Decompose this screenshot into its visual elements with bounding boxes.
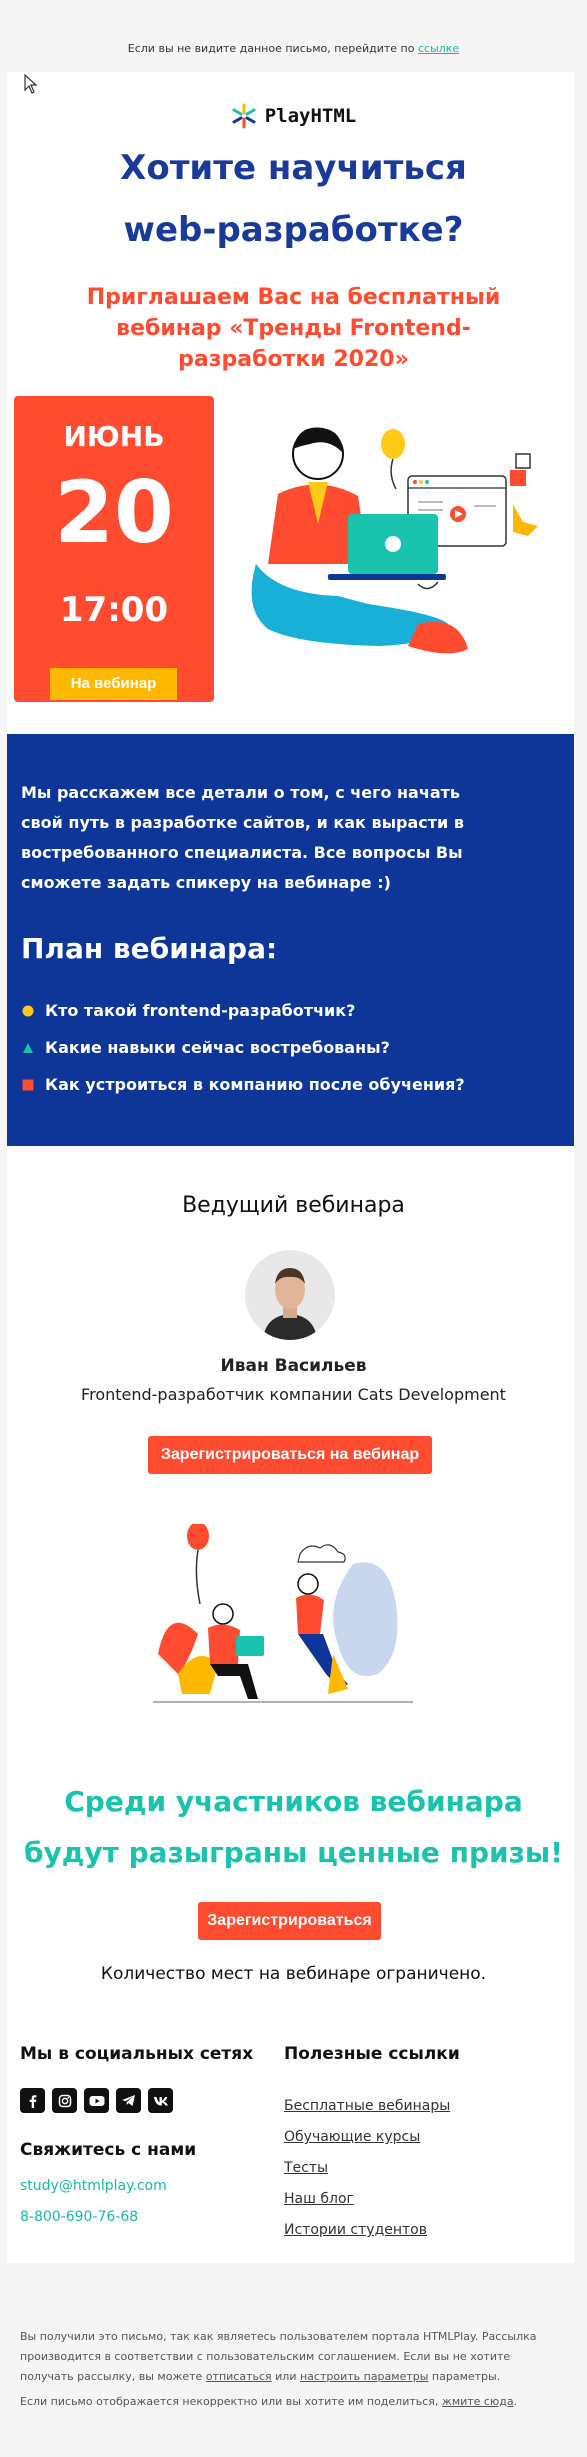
footer-link[interactable]: Наш блог [284, 2191, 450, 2222]
telegram-icon[interactable] [116, 2088, 141, 2113]
team-illustration [153, 1524, 413, 1703]
vk-icon[interactable] [148, 2088, 173, 2113]
host-name: Иван Васильев [220, 1356, 367, 1376]
footer-link[interactable]: Обучающие курсы [284, 2129, 450, 2160]
preheader-text: Если вы не видите данное письмо, перейди… [127, 42, 418, 55]
date-time: 17:00 [59, 590, 169, 630]
useful-links: Бесплатные вебинары Обучающие курсы Тест… [284, 2098, 450, 2253]
about-section: Мы расскажем все детали о том, с чего на… [7, 734, 574, 1146]
plan-item: Кто такой frontend-разработчик? [21, 992, 465, 1029]
share-text: Если письмо отображается некорректно или… [20, 2395, 560, 2408]
date-month: июнь [63, 420, 165, 453]
invite-text: Приглашаем Вас на бесплатный вебинар «Тр… [86, 285, 501, 372]
plan-item-text: Какие навыки сейчас востребованы? [45, 1038, 390, 1057]
settings-link[interactable]: настроить параметры [300, 2370, 428, 2383]
host-role: Frontend-разработчик компании Cats Devel… [81, 1385, 506, 1404]
contact-title: Свяжитесь с нами [20, 2140, 197, 2160]
plan-item-text: Как устроиться в компанию после обучения… [45, 1075, 465, 1094]
footer-link[interactable]: Истории студентов [284, 2222, 450, 2253]
circle-bullet-icon [21, 1005, 35, 1017]
social-links [20, 2088, 173, 2113]
share-text-b: . [513, 2395, 518, 2408]
instagram-icon[interactable] [52, 2088, 77, 2113]
plan-list: Кто такой frontend-разработчик? Какие на… [21, 992, 465, 1103]
headline-line-1: Хотите научиться [120, 148, 467, 188]
avatar [245, 1250, 335, 1340]
share-link[interactable]: жмите сюда [442, 2395, 514, 2408]
host-title: Ведущий вебинара [182, 1193, 405, 1218]
footer-link[interactable]: Тесты [284, 2160, 450, 2191]
social-title: Мы в социальных сетях [20, 2044, 254, 2064]
plan-item: Как устроиться в компанию после обучения… [21, 1066, 465, 1103]
preheader-link[interactable]: ссылке [418, 42, 459, 55]
triangle-bullet-icon [21, 1042, 35, 1054]
date-card: июнь 20 17:00 На вебинар [14, 396, 214, 702]
plan-item-text: Кто такой frontend-разработчик? [45, 1001, 356, 1020]
legal-text: Вы получили это письмо, так как являетес… [20, 2327, 560, 2387]
register-webinar-button[interactable]: Зарегистрироваться на вебинар [148, 1436, 432, 1474]
prize-text: Среди участников вебинара будут разыгран… [23, 1785, 563, 1869]
contact-phone[interactable]: 8-800-690-76-68 [20, 2209, 138, 2225]
headline-line-2: web-разработке? [123, 210, 464, 250]
plan-item: Какие навыки сейчас востребованы? [21, 1029, 465, 1066]
spark-logo-icon [232, 103, 256, 129]
youtube-icon[interactable] [84, 2088, 109, 2113]
date-day: 20 [54, 463, 174, 563]
seats-limit-text: Количество мест на вебинаре ограничено. [100, 1964, 487, 1984]
legal-text-c: параметры. [428, 2370, 501, 2383]
to-webinar-button[interactable]: На вебинар [50, 668, 177, 700]
plan-title: План вебинара: [21, 932, 278, 965]
legal-text-b: или [271, 2370, 300, 2383]
share-text-a: Если письмо отображается некорректно или… [20, 2395, 442, 2408]
unsubscribe-link[interactable]: отписаться [206, 2370, 272, 2383]
mouse-cursor-icon [24, 74, 38, 94]
footer-link[interactable]: Бесплатные вебинары [284, 2098, 450, 2129]
square-bullet-icon [21, 1079, 35, 1091]
contact-email[interactable]: study@htmlplay.com [20, 2178, 167, 2194]
about-text: Мы расскажем все детали о том, с чего на… [21, 783, 464, 892]
register-button[interactable]: Зарегистрироваться [198, 1902, 381, 1940]
logo-text: PlayHTML [264, 105, 357, 127]
links-title: Полезные ссылки [284, 2044, 460, 2064]
hero-illustration [251, 427, 538, 654]
preheader: Если вы не видите данное письмо, перейди… [0, 42, 587, 55]
logo[interactable]: PlayHTML [0, 103, 587, 129]
facebook-icon[interactable] [20, 2088, 45, 2113]
